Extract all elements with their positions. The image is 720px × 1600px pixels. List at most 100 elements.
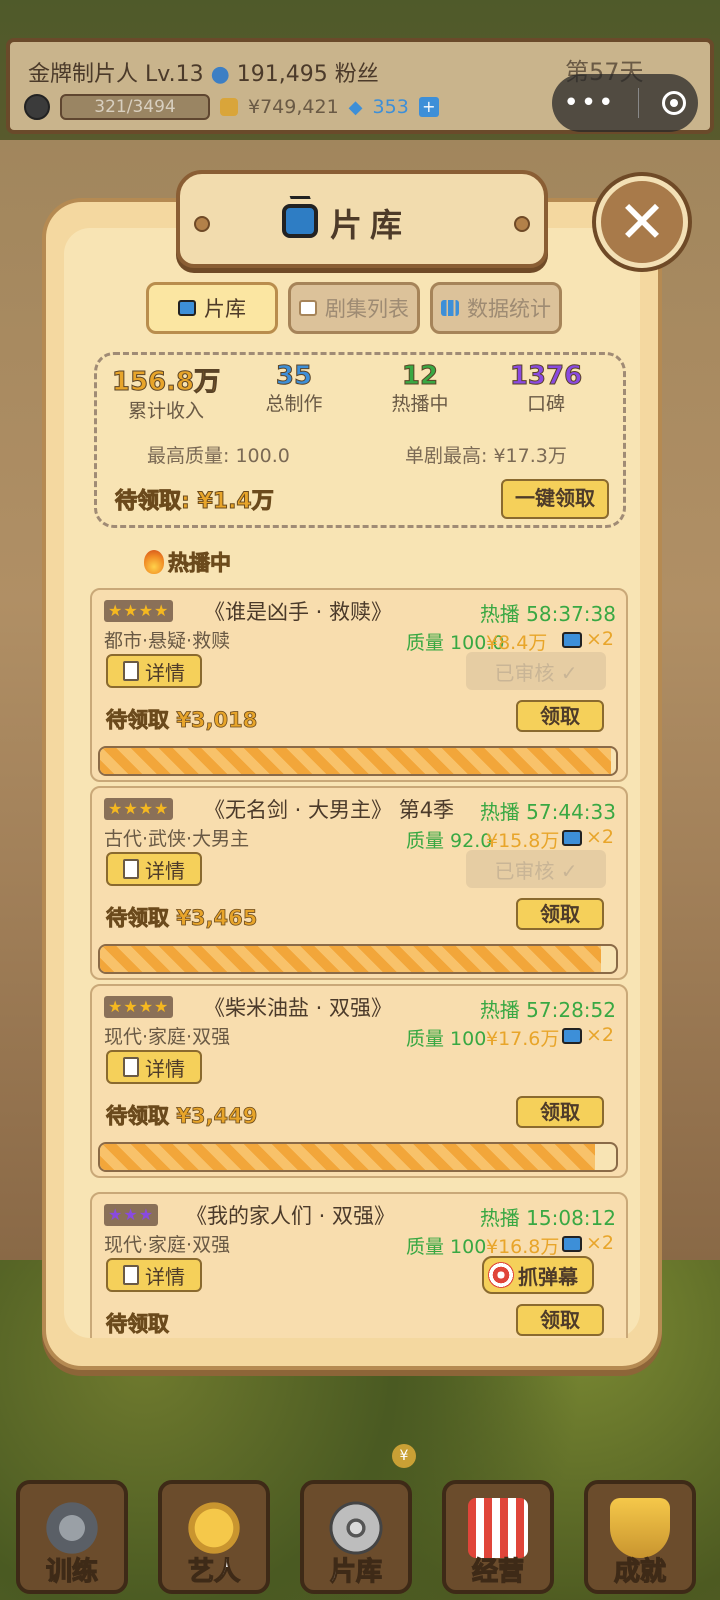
star-rating: ★★★ [104,1204,159,1226]
stat-value: 35 [275,361,313,392]
progress-bar [98,1142,618,1172]
show-list[interactable]: ★★★★ 《谁是凶手 · 救赎》 热播 58:37:38 都市·悬疑·救赎 质量… [90,586,630,1338]
tab-episode-list[interactable]: 剧集列表 [288,282,420,334]
nail-icon [514,216,530,232]
detail-label: 详情 [145,660,185,685]
detail-button[interactable]: 详情 [106,1258,202,1292]
diamond-value: 353 [372,96,409,118]
flame-icon [144,550,164,574]
nav-label: 训练 [45,1556,98,1587]
show-card: ★★★★ 《谁是凶手 · 救赎》 热播 58:37:38 都市·悬疑·救赎 质量… [90,588,628,782]
player-name: 金牌制片人 [28,62,139,87]
show-genre: 都市·悬疑·救赎 [104,630,231,652]
nav-label: 经营 [471,1556,524,1587]
tab-data-stats[interactable]: 数据统计 [430,282,562,334]
more-icon[interactable]: ••• [563,88,615,118]
stat-total-income: 156.8万 累计收入 [101,361,231,423]
nav-training[interactable]: 训练 [16,1480,128,1594]
best-single-income: 单剧最高: ¥17.3万 [405,445,567,467]
progress-fill [100,946,601,972]
detail-label: 详情 [145,858,185,883]
tab-label: 剧集列表 [325,297,409,321]
grab-danmaku-label: 抓弹幕 [518,1264,578,1289]
claim-all-button[interactable]: 一键领取 [501,479,609,519]
show-quality: 质量 100 [406,1236,487,1258]
show-card: ★★★ 《我的家人们 · 双强》 热播 15:08:12 现代·家庭·双强 质量… [90,1192,628,1338]
stat-reputation: 1376 口碑 [481,361,611,416]
show-card: ★★★★ 《无名剑 · 大男主》 第4季 热播 57:44:33 古代·武侠·大… [90,786,628,980]
stat-label: 累计收入 [127,400,204,422]
claim-button[interactable]: 领取 [516,1304,604,1336]
tv-icon [562,632,582,648]
film-reel-icon [326,1498,386,1558]
camera-icon [24,94,50,120]
target-icon [488,1262,514,1288]
tab-label: 片库 [204,297,246,321]
section-on-air: 热播中 [144,547,231,577]
progress-fill [100,748,611,774]
player-info: 金牌制片人 Lv.13 ● 191,495 粉丝 [28,56,379,88]
fans-icon: ● [210,62,230,87]
nav-achievements[interactable]: 成就 [584,1480,696,1594]
multiplier: ×2 [586,1024,615,1046]
clipboard-icon [123,1265,139,1285]
show-title: 《柴米油盐 · 双强》 [204,996,393,1020]
trophy-icon [610,1498,670,1558]
yen-badge: ¥ [392,1444,416,1468]
claim-button[interactable]: 领取 [516,700,604,732]
detail-label: 详情 [145,1264,185,1289]
detail-button[interactable]: 详情 [106,1050,202,1084]
add-diamond-button[interactable]: + [418,97,439,117]
hot-timer: 热播 57:44:33 [479,800,616,824]
panel-title: 片库 [330,206,411,244]
tab-library[interactable]: 片库 [146,282,278,334]
exit-icon[interactable] [662,91,687,115]
stats-box: 156.8万 累计收入 35 总制作 12 热播中 1376 口碑 最高质量: … [94,352,626,528]
grab-danmaku-button[interactable]: 抓弹幕 [482,1256,594,1294]
stat-total-productions: 35 总制作 [229,361,359,416]
show-genre: 现代·家庭·双强 [104,1234,231,1256]
progress-bar [98,746,618,776]
nav-label: 成就 [613,1556,666,1587]
show-title: 《我的家人们 · 双强》 [186,1204,396,1228]
shop-icon [468,1498,528,1558]
clipboard-icon [123,859,139,879]
best-quality: 最高质量: 100.0 [147,445,290,467]
nav-label: 片库 [329,1556,382,1587]
resources-row: 321/3494 ¥749,421 ◆ 353 + [24,92,439,122]
close-button[interactable]: ✕ [596,176,688,268]
miniprogram-capsule[interactable]: ••• [552,74,698,132]
detail-label: 详情 [145,1056,185,1081]
tv-icon [562,1028,582,1044]
reviewed-badge: 已审核 ✓ [466,850,606,888]
star-rating: ★★★★ [104,798,174,820]
show-earnings: ¥17.6万 [486,1028,560,1050]
claim-button[interactable]: 领取 [516,898,604,930]
progress-bar [98,944,618,974]
nav-artists[interactable]: 艺人 [158,1480,270,1594]
show-earnings: ¥15.8万 [486,830,560,852]
close-icon[interactable]: ✕ [618,193,667,251]
pending-amount: 待领取 ¥3,018 [106,708,258,733]
detail-button[interactable]: 详情 [106,852,202,886]
tv-icon [282,204,318,238]
claim-button[interactable]: 领取 [516,1096,604,1128]
show-quality: 质量 92.0 [406,830,493,852]
show-title: 《谁是凶手 · 救赎》 [204,600,393,624]
bottom-nav: 训练 艺人 片库 经营 成就 [0,1444,720,1600]
stat-value: 156.8万 [111,367,221,398]
fans-count: 191,495 粉丝 [236,62,379,87]
clipboard-icon [123,661,139,681]
multiplier: ×2 [586,826,615,848]
hot-timer: 热播 58:37:38 [479,602,616,626]
stat-value: 12 [401,361,439,392]
capsule-divider [638,88,640,118]
tv-icon [178,300,196,316]
nav-library[interactable]: 片库 [300,1480,412,1594]
pending-amount: 待领取 ¥3,449 [106,1104,258,1129]
nav-business[interactable]: 经营 [442,1480,554,1594]
hot-timer: 热播 57:28:52 [479,998,616,1022]
reviewed-badge: 已审核 ✓ [466,652,606,690]
xp-bar: 321/3494 [60,94,210,120]
detail-button[interactable]: 详情 [106,654,202,688]
